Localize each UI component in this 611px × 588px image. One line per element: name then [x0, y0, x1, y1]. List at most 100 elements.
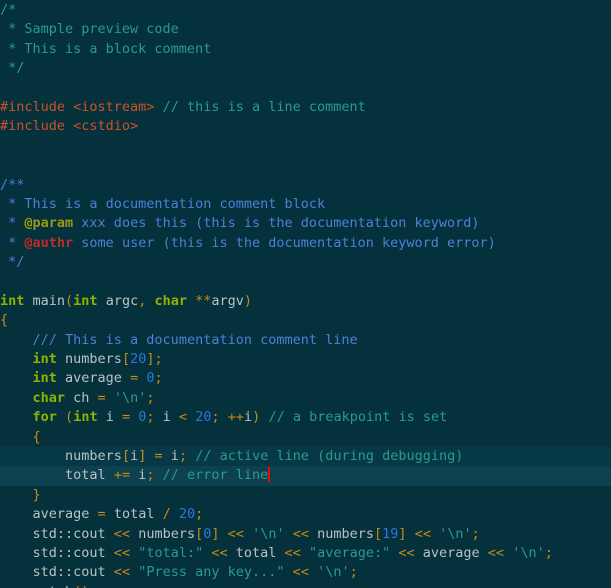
code-token-op: <<: [414, 525, 431, 542]
code-token-cmt: // active line (during debugging): [195, 447, 464, 464]
code-line[interactable]: * This is a documentation comment block: [0, 195, 611, 214]
code-token-op: ;: [146, 389, 155, 406]
code-token-kw: int: [73, 292, 98, 309]
code-line[interactable]: */: [0, 59, 611, 78]
code-token-id: ch: [65, 389, 98, 406]
code-token-id: numbers: [308, 525, 375, 542]
code-token-str: '\n': [512, 544, 545, 561]
code-line[interactable]: /**: [0, 176, 611, 195]
code-token-str: '\n': [252, 525, 285, 542]
code-line[interactable]: std::cout << "Press any key..." << '\n';: [0, 563, 611, 582]
code-line[interactable]: /*: [0, 1, 611, 20]
code-token-op: ;: [154, 370, 163, 387]
code-line[interactable]: std::cout << numbers[0] << '\n' << numbe…: [0, 525, 611, 544]
code-line[interactable]: * Sample preview code: [0, 20, 611, 39]
code-line[interactable]: for (int i = 0; i < 20; ++i) // a breakp…: [0, 408, 611, 427]
code-token-id: total: [105, 506, 163, 523]
code-token-op: <<: [113, 544, 131, 561]
code-line[interactable]: #include <iostream> // this is a line co…: [0, 98, 611, 117]
code-line[interactable]: total += i; // error line: [0, 466, 611, 486]
code-token-doc: xxx does this (this is the documentation…: [73, 215, 480, 232]
code-line[interactable]: /// This is a documentation comment line: [0, 331, 611, 350]
code-line[interactable]: numbers[i] = i; // active line (during d…: [0, 446, 611, 467]
code-token-str: "Press any key...": [138, 564, 285, 581]
code-token-op: [: [121, 447, 131, 464]
code-token-op: ;: [178, 447, 188, 464]
code-editor[interactable]: /* * Sample preview code * This is a blo…: [0, 0, 611, 588]
code-token-op: <<: [292, 564, 309, 581]
code-token-id: i: [162, 447, 179, 464]
code-token-op: {: [32, 428, 41, 445]
code-token-doc: *: [0, 234, 25, 251]
code-line[interactable]: * This is a block comment: [0, 40, 611, 59]
code-token-doc: /// This is a documentation comment line: [32, 331, 358, 348]
code-line[interactable]: */: [0, 253, 611, 272]
code-line[interactable]: average = total / 20;: [0, 505, 611, 524]
code-token-kw: char: [154, 292, 187, 309]
code-line[interactable]: [0, 156, 611, 175]
code-line[interactable]: #include <cstdio>: [0, 117, 611, 136]
code-token-kw: int: [0, 292, 25, 309]
code-line[interactable]: getch();: [0, 583, 611, 588]
code-token-op: **: [195, 292, 212, 309]
code-line[interactable]: int main(int argc, char **argv): [0, 292, 611, 311]
code-line[interactable]: [0, 272, 611, 291]
code-token-op: ): [243, 292, 253, 309]
code-token-op: [: [195, 525, 204, 542]
code-token-op: {: [0, 312, 9, 329]
code-token-op: <<: [292, 525, 309, 542]
code-line[interactable]: char ch = '\n';: [0, 389, 611, 408]
code-token-id: std::cout: [32, 544, 114, 561]
code-line[interactable]: [0, 79, 611, 98]
code-line[interactable]: int numbers[20];: [0, 350, 611, 369]
code-token-op: <<: [398, 544, 415, 561]
code-line[interactable]: [0, 137, 611, 156]
code-token-op: ]: [398, 525, 407, 542]
code-line[interactable]: * @authr some user (this is the document…: [0, 234, 611, 253]
code-token-num: 19: [382, 525, 399, 542]
code-token-str: '\n': [113, 389, 147, 406]
code-token-op: <: [178, 409, 188, 426]
code-line[interactable]: {: [0, 428, 611, 447]
code-token-kw: int: [32, 351, 57, 368]
code-token-id: numbers: [56, 351, 122, 368]
code-token-op: =: [121, 409, 131, 426]
code-token-op: <<: [284, 544, 301, 561]
code-token-cmt: * This is a block comment: [0, 40, 212, 57]
code-token-id: average: [414, 544, 488, 561]
code-text-area[interactable]: /* * Sample preview code * This is a blo…: [0, 1, 611, 588]
code-token-id: i: [130, 467, 147, 484]
code-token-op: =: [97, 506, 106, 523]
code-line[interactable]: std::cout << "total:" << total << "avera…: [0, 544, 611, 563]
code-token-id: total: [227, 544, 285, 561]
code-token-op: /: [162, 506, 171, 523]
code-token-doc: /**: [0, 176, 25, 193]
code-line[interactable]: {: [0, 311, 611, 330]
code-token-num: 20: [178, 506, 196, 523]
code-token-id: total: [65, 467, 114, 484]
code-token-op: ();: [73, 584, 97, 588]
code-token-op: =: [154, 447, 163, 464]
code-line[interactable]: int average = 0;: [0, 369, 611, 388]
code-token-pre: #include <iostream>: [0, 98, 155, 115]
code-token-op: ;: [146, 409, 155, 426]
code-line[interactable]: }: [0, 486, 611, 505]
code-token-num: 20: [195, 409, 212, 426]
code-line[interactable]: * @param xxx does this (this is the docu…: [0, 214, 611, 233]
code-token-docerr: @authr: [24, 234, 74, 251]
